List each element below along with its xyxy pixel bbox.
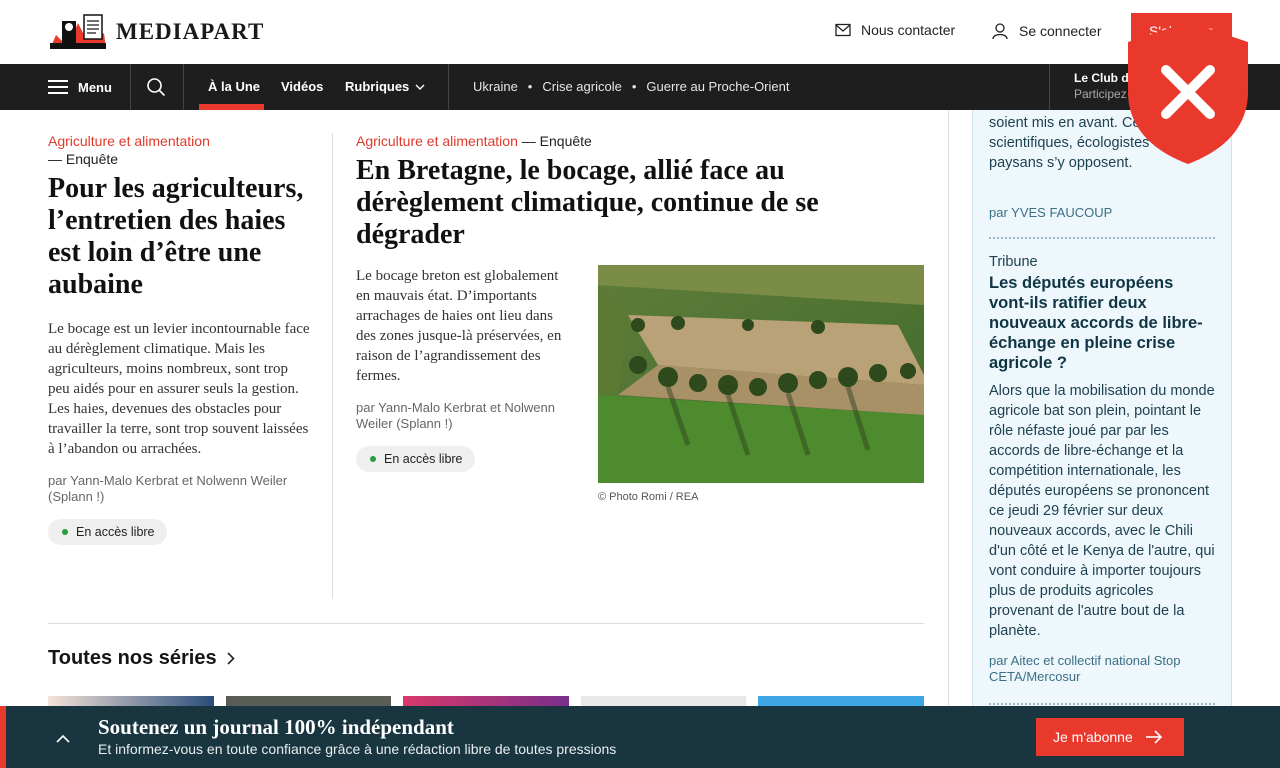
logo-text: MEDIAPART xyxy=(116,19,265,44)
article-meta: par Yann-Malo Kerbrat et Nolwenn Weiler … xyxy=(356,400,574,472)
article-type: — Enquête xyxy=(48,151,119,167)
series-section-link[interactable]: Toutes nos séries xyxy=(48,647,235,670)
article-card-main: Agriculture et alimentation — Enquête En… xyxy=(356,133,924,251)
topic-separator: • xyxy=(527,79,533,94)
article-byline: par Yann-Malo Kerbrat et Nolwenn Weiler … xyxy=(356,400,555,431)
mediapart-logo[interactable]: MEDIAPART xyxy=(48,13,264,51)
user-icon xyxy=(992,23,1008,40)
article-title[interactable]: Pour les agriculteurs, l’entretien des h… xyxy=(48,173,310,301)
nav-item-a-la-une[interactable]: À la Une xyxy=(208,79,260,94)
article-description: Le bocage breton est globalement en mauv… xyxy=(356,268,562,384)
banner-collapse-button[interactable] xyxy=(56,730,70,748)
search-button[interactable] xyxy=(146,77,166,100)
club-post-kicker: Tribune xyxy=(989,254,1038,270)
chevron-down-icon xyxy=(415,84,425,90)
nav-divider xyxy=(1049,64,1050,110)
club-post-title[interactable]: Les députés européens vont-ils ratifier … xyxy=(989,273,1215,373)
nav-item-videos[interactable]: Vidéos xyxy=(281,79,323,94)
search-icon xyxy=(147,78,166,97)
access-label: En accès libre xyxy=(76,525,155,539)
nav-divider xyxy=(183,64,184,110)
article-photo[interactable] xyxy=(598,265,924,483)
access-label: En accès libre xyxy=(384,452,463,466)
topic-links: Ukraine • Crise agricole • Guerre au Pro… xyxy=(473,79,789,94)
topic-link-proche-orient[interactable]: Guerre au Proche-Orient xyxy=(646,79,789,94)
contact-link[interactable]: Nous contacter xyxy=(835,22,955,38)
subscribe-cta-label: Je m'abonne xyxy=(1053,729,1133,745)
logo-mark-icon xyxy=(48,13,108,51)
login-label: Se connecter xyxy=(1019,23,1102,39)
club-link[interactable]: Le Club d Participez xyxy=(1074,71,1129,101)
envelope-icon xyxy=(835,23,851,37)
column-divider xyxy=(948,110,949,710)
menu-label: Menu xyxy=(78,79,112,95)
series-title: Toutes nos séries xyxy=(48,647,217,669)
club-post-byline[interactable]: par Aitec et collectif national Stop CET… xyxy=(989,653,1215,685)
article-byline: par Yann-Malo Kerbrat et Nolwenn Weiler … xyxy=(48,473,288,504)
main-nav: Menu À la Une Vidéos Rubriques Ukraine •… xyxy=(0,64,1280,110)
status-dot-icon xyxy=(370,456,376,462)
hamburger-icon xyxy=(48,80,68,94)
banner-subtitle: Et informez-vous en toute confiance grâc… xyxy=(98,741,617,757)
article-description: Le bocage est un levier incontournable f… xyxy=(48,321,310,457)
chevron-right-icon xyxy=(227,652,235,665)
article-type: — Enquête xyxy=(517,133,592,149)
photo-credit: © Photo Romi / REA xyxy=(598,491,699,503)
subscription-banner: Soutenez un journal 100% indépendant Et … xyxy=(0,706,1280,768)
login-link[interactable]: Se connecter xyxy=(991,22,1102,40)
top-header: MEDIAPART Nous contacter Se connecter S'… xyxy=(0,0,1280,64)
club-separator xyxy=(989,237,1215,239)
club-title: Le Club d xyxy=(1074,71,1129,85)
column-divider xyxy=(332,133,333,599)
article-title[interactable]: En Bretagne, le bocage, allié face au dé… xyxy=(356,155,924,251)
nav-active-indicator xyxy=(199,104,264,110)
section-divider xyxy=(48,623,924,624)
article-kicker[interactable]: Agriculture et alimentation xyxy=(48,133,210,149)
club-post-excerpt: Alors que la mobilisation du monde agric… xyxy=(989,383,1215,639)
nav-divider xyxy=(130,64,131,110)
article-card-left: Agriculture et alimentation — Enquête Po… xyxy=(48,133,310,545)
arrow-right-icon xyxy=(1145,730,1162,744)
topic-link-ukraine[interactable]: Ukraine xyxy=(473,79,518,94)
topic-separator: • xyxy=(631,79,637,94)
status-dot-icon xyxy=(62,529,68,535)
menu-button[interactable]: Menu xyxy=(48,64,112,110)
subscribe-cta-button[interactable]: Je m'abonne xyxy=(1036,718,1184,756)
club-subtitle: Participez xyxy=(1074,87,1127,101)
banner-accent xyxy=(0,706,6,768)
rubriques-label: Rubriques xyxy=(345,79,410,94)
blocked-shield-icon[interactable] xyxy=(1126,20,1250,166)
access-badge: En accès libre xyxy=(48,519,167,545)
chevron-up-icon xyxy=(56,734,70,743)
club-separator xyxy=(989,703,1215,705)
nav-item-rubriques[interactable]: Rubriques xyxy=(345,79,425,94)
contact-label: Nous contacter xyxy=(861,22,956,38)
nav-divider xyxy=(448,64,449,110)
article-kicker[interactable]: Agriculture et alimentation xyxy=(356,133,518,149)
topic-link-crise-agricole[interactable]: Crise agricole xyxy=(542,79,621,94)
access-badge: En accès libre xyxy=(356,446,475,472)
banner-title: Soutenez un journal 100% indépendant xyxy=(98,715,454,739)
club-post-byline[interactable]: par YVES FAUCOUP xyxy=(989,205,1215,221)
